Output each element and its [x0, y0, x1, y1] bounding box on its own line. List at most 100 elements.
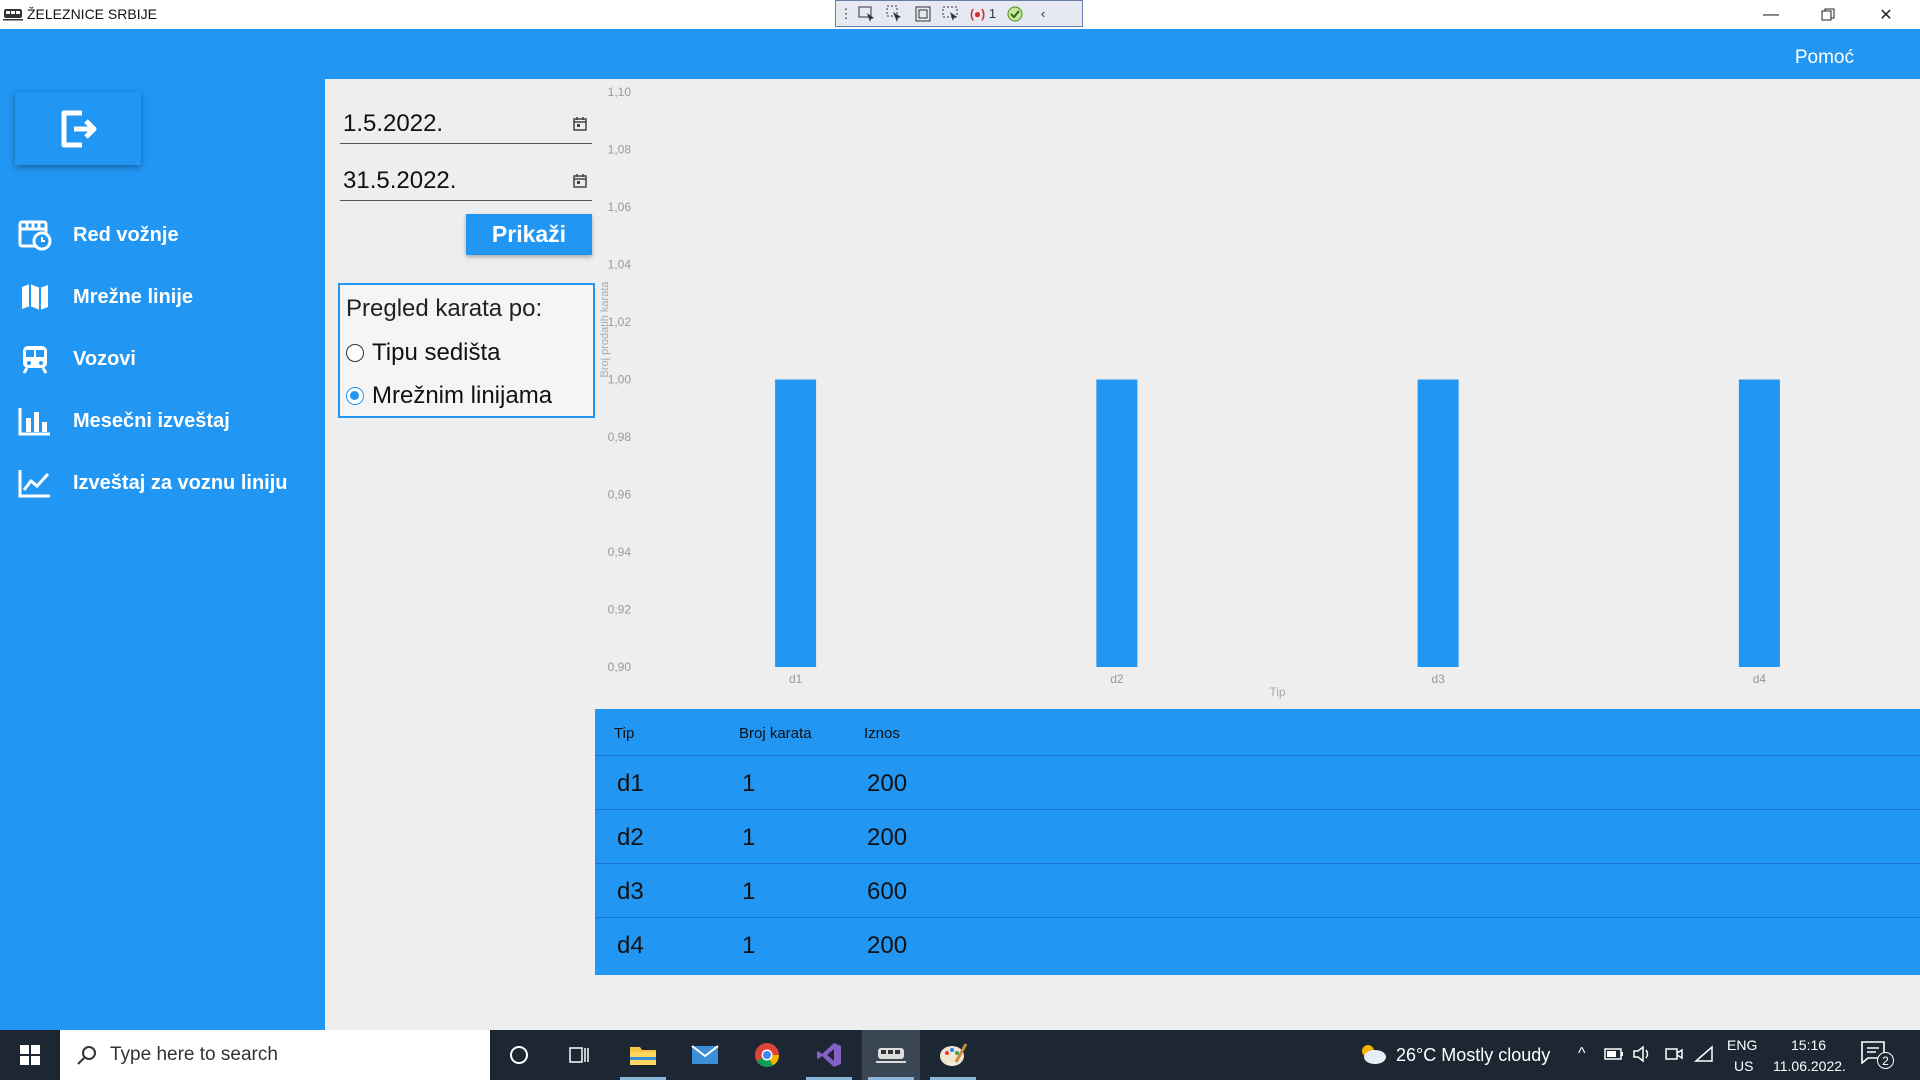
nav-item-trains[interactable]: Vozovi — [0, 332, 325, 386]
y-tick-label: 0,96 — [608, 488, 632, 502]
railway-app-icon[interactable] — [862, 1030, 920, 1080]
column-header-amount[interactable]: Iznos — [864, 725, 900, 742]
y-axis-label: Broj prodatih karata — [599, 281, 611, 378]
column-header-count[interactable]: Broj karata — [739, 725, 812, 742]
cortana-icon[interactable] — [490, 1030, 548, 1080]
windows-icon — [20, 1045, 40, 1065]
table-row[interactable]: d3 1 600 — [595, 864, 1920, 918]
wifi-icon[interactable] — [1694, 1045, 1714, 1063]
battery-icon[interactable] — [1604, 1047, 1624, 1061]
radio-network-lines[interactable]: Mrežnim linijama — [346, 382, 552, 410]
title-bar: ŽELEZNICE SRBIJE ⋮ (●) 1 ‹ — ✕ — [0, 0, 1920, 29]
radio-seat-type[interactable]: Tipu sedišta — [346, 339, 501, 367]
track-focus-icon[interactable] — [940, 4, 962, 24]
grip-icon[interactable]: ⋮ — [840, 4, 853, 24]
check-icon[interactable] — [1004, 4, 1026, 24]
cell-amount: 200 — [867, 824, 908, 851]
calendar-icon[interactable] — [572, 116, 588, 132]
cell-type: d3 — [617, 878, 644, 905]
train-app-icon — [3, 9, 23, 21]
date-to-value: 31.5.2022. — [343, 167, 457, 194]
taskbar-search[interactable]: Type here to search — [60, 1030, 490, 1080]
collapse-icon[interactable]: ‹ — [1032, 4, 1054, 24]
minimize-button[interactable]: — — [1743, 0, 1799, 29]
mail-icon[interactable] — [676, 1030, 734, 1080]
y-tick-label: 0,90 — [608, 660, 632, 674]
taskbar: Type here to search 26°C Mostly cloudy ^… — [0, 1030, 1920, 1080]
paint-icon[interactable] — [924, 1030, 982, 1080]
restore-button[interactable] — [1800, 0, 1856, 29]
radio-button[interactable] — [346, 344, 364, 362]
clock-date[interactable]: 11.06.2022. — [1773, 1058, 1846, 1074]
search-placeholder: Type here to search — [110, 1044, 278, 1065]
x-axis-label: Tip — [1269, 685, 1286, 699]
close-button[interactable]: ✕ — [1858, 0, 1914, 29]
show-button[interactable]: Prikaži — [466, 214, 592, 255]
date-to-picker[interactable]: 31.5.2022. — [340, 157, 592, 201]
notifications-button[interactable]: 2 — [1860, 1040, 1896, 1072]
y-tick-label: 0,98 — [608, 430, 632, 444]
file-explorer-icon[interactable] — [614, 1030, 672, 1080]
cell-amount: 200 — [867, 932, 908, 959]
logout-button[interactable] — [15, 92, 141, 165]
task-view-icon[interactable] — [550, 1030, 608, 1080]
nav-item-line-report[interactable]: Izveštaj za voznu liniju — [0, 456, 325, 510]
chrome-icon[interactable] — [738, 1030, 796, 1080]
radio-label: Mrežnim linijama — [372, 382, 553, 409]
logout-icon — [61, 110, 97, 147]
weather-text[interactable]: 26°C Mostly cloudy — [1396, 1045, 1550, 1066]
language-bottom[interactable]: US — [1734, 1058, 1753, 1074]
y-tick-label: 1,10 — [608, 85, 632, 99]
binding-failures-icon[interactable]: (●) 1 — [968, 4, 998, 24]
volume-icon[interactable] — [1632, 1045, 1652, 1063]
notification-count: 2 — [1877, 1052, 1894, 1069]
x-tick-label: d1 — [789, 672, 803, 686]
radio-label: Tipu sedišta — [372, 339, 501, 366]
help-link[interactable]: Pomoć — [1795, 47, 1854, 69]
cell-type: d4 — [617, 932, 644, 959]
chevron-up-icon[interactable]: ^ — [1578, 1045, 1586, 1063]
nav-label: Mrežne linije — [73, 285, 194, 308]
line-chart-icon — [17, 465, 53, 501]
y-tick-label: 1,04 — [608, 258, 632, 272]
clock-time[interactable]: 15:16 — [1791, 1037, 1826, 1053]
meet-now-icon[interactable] — [1664, 1045, 1684, 1063]
bar — [775, 379, 817, 667]
nav-item-monthly-report[interactable]: Mesečni izveštaj — [0, 394, 325, 448]
layout-adorner-icon[interactable] — [912, 4, 934, 24]
table-row[interactable]: d2 1 200 — [595, 810, 1920, 864]
language-top[interactable]: ENG — [1727, 1037, 1757, 1053]
calendar-icon[interactable] — [572, 173, 588, 189]
app-header — [0, 29, 1920, 79]
y-tick-label: 1,02 — [608, 315, 632, 329]
inspect-icon[interactable] — [856, 4, 878, 24]
table-row[interactable]: d1 1 200 — [595, 756, 1920, 810]
cell-amount: 200 — [867, 770, 908, 797]
bar — [1417, 379, 1459, 667]
cell-count: 1 — [742, 770, 756, 797]
weather-cloud-icon[interactable] — [1358, 1042, 1388, 1066]
x-tick-label: d2 — [1110, 672, 1124, 686]
radio-button[interactable] — [346, 387, 364, 405]
y-tick-label: 1,00 — [608, 373, 632, 387]
cell-count: 1 — [742, 878, 756, 905]
column-header-type[interactable]: Tip — [614, 725, 634, 742]
table-row[interactable]: d4 1 200 — [595, 918, 1920, 972]
train-icon — [17, 341, 53, 377]
cell-amount: 600 — [867, 878, 908, 905]
search-icon — [77, 1046, 96, 1065]
y-tick-label: 1,08 — [608, 143, 632, 157]
start-button[interactable] — [0, 1030, 60, 1080]
visual-studio-icon[interactable] — [800, 1030, 858, 1080]
window-title: ŽELEZNICE SRBIJE — [27, 6, 157, 22]
y-tick-label: 0,92 — [608, 603, 632, 617]
nav-item-timetable[interactable]: Red vožnje — [0, 208, 325, 262]
bar — [1096, 379, 1138, 667]
date-from-picker[interactable]: 1.5.2022. — [340, 100, 592, 144]
y-tick-label: 1,06 — [608, 200, 632, 214]
select-element-icon[interactable] — [884, 4, 906, 24]
tickets-bar-chart: 0,90 0,92 0,94 0,96 0,98 1,00 1,02 1,04 1,06 1,08… — [599, 85, 1780, 699]
bar-chart-icon — [17, 403, 53, 439]
bar — [1738, 379, 1780, 667]
nav-item-network-lines[interactable]: Mrežne linije — [0, 270, 325, 324]
